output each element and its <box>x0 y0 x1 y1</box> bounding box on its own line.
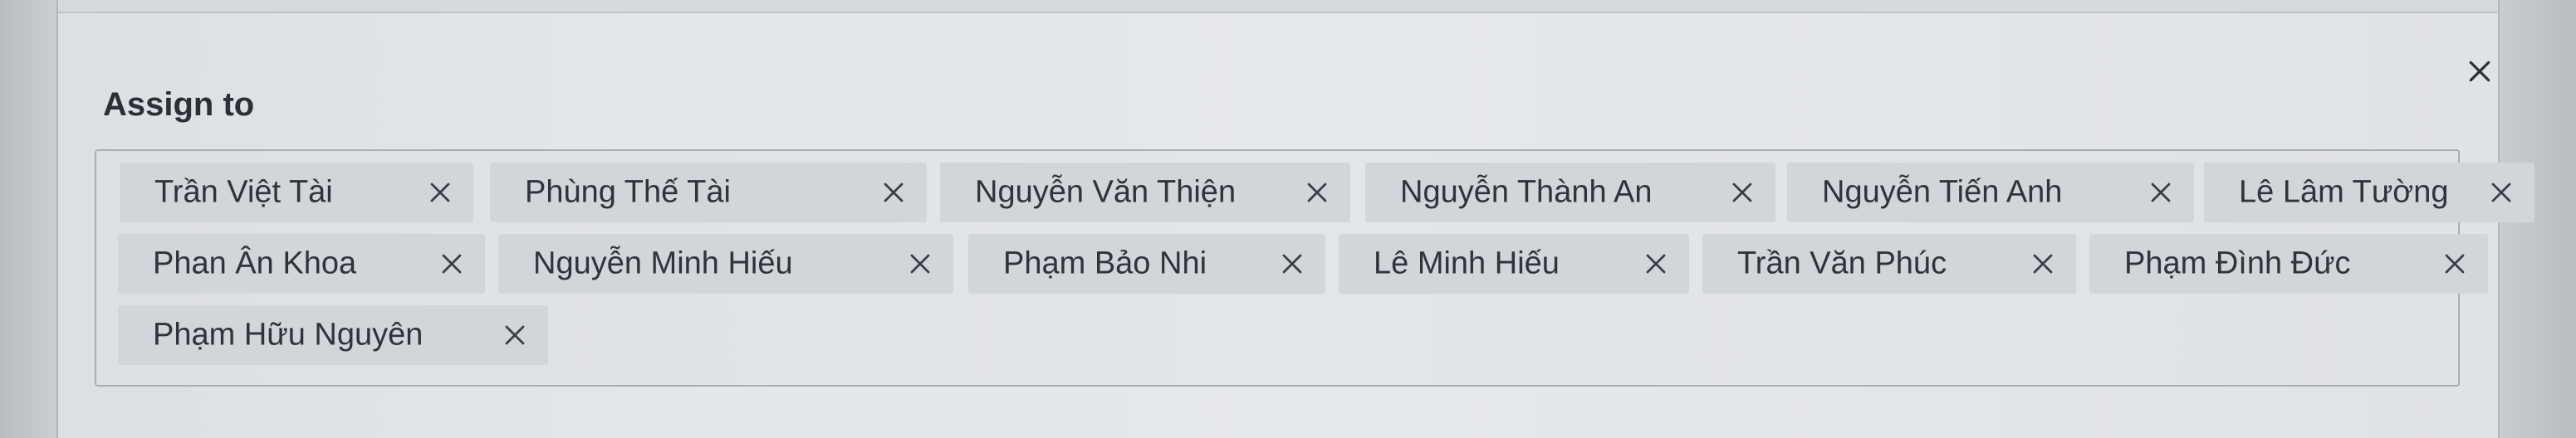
assignee-tag: Phạm Bảo Nhi <box>968 234 1325 294</box>
close-icon[interactable] <box>420 173 460 212</box>
close-icon[interactable] <box>2481 173 2521 212</box>
assignee-tag-label: Phạm Đình Đức <box>2124 246 2351 281</box>
close-icon[interactable] <box>1722 173 1762 212</box>
close-icon[interactable] <box>2456 48 2503 95</box>
close-icon[interactable] <box>2023 244 2063 284</box>
close-icon[interactable] <box>1272 244 1312 284</box>
assignee-tag: Nguyễn Văn Thiện <box>940 163 1350 222</box>
assignee-tag-label: Phạm Hữu Nguyên <box>153 317 424 353</box>
close-icon[interactable] <box>495 315 535 355</box>
close-icon[interactable] <box>874 173 913 212</box>
assignee-tag: Trần Việt Tài <box>120 163 473 222</box>
assignee-tag: Phạm Đình Đức <box>2089 234 2488 294</box>
assignee-tag: Nguyễn Tiến Anh <box>1787 163 2194 222</box>
assign-to-label: Assign to <box>103 86 255 123</box>
assignee-tag-label: Phan Ân Khoa <box>153 246 357 281</box>
assignee-tag-label: Nguyễn Minh Hiếu <box>533 246 793 281</box>
assignee-tag-label: Lê Minh Hiếu <box>1374 246 1560 281</box>
assignee-tag-label: Phùng Thế Tài <box>525 174 731 210</box>
close-icon[interactable] <box>432 244 472 284</box>
close-icon[interactable] <box>900 244 940 284</box>
assignee-tag-label: Nguyễn Văn Thiện <box>975 174 1237 210</box>
assignee-tag-label: Phạm Bảo Nhi <box>1003 246 1207 281</box>
assignee-tag-label: Nguyễn Thành An <box>1400 174 1653 210</box>
assignee-tag: Trần Văn Phúc <box>1702 234 2076 294</box>
assignee-tag-label: Lê Lâm Tường <box>2239 174 2449 210</box>
assignee-tag-input[interactable]: Trần Việt Tài Phùng Thế Tài Nguyễn Văn T… <box>95 149 2534 387</box>
assignee-tag: Phan Ân Khoa <box>118 234 485 294</box>
dialog-top-edge <box>58 0 2498 13</box>
assignee-tag-label: Trần Việt Tài <box>154 174 333 210</box>
close-icon[interactable] <box>1297 173 1337 212</box>
assignee-tag: Lê Lâm Tường <box>2204 163 2534 222</box>
assignee-tag-label: Trần Văn Phúc <box>1737 246 1947 281</box>
assignee-tag-label: Nguyễn Tiến Anh <box>1822 174 2063 210</box>
assignee-tag: Phùng Thế Tài <box>490 163 927 222</box>
assignee-tag: Nguyễn Minh Hiếu <box>498 234 953 294</box>
assignee-tag: Phạm Hữu Nguyên <box>118 305 548 365</box>
close-icon[interactable] <box>1636 244 1676 284</box>
assignee-tag: Nguyễn Thành An <box>1365 163 1775 222</box>
close-icon[interactable] <box>2141 173 2181 212</box>
assignee-tag: Lê Minh Hiếu <box>1339 234 1689 294</box>
close-icon[interactable] <box>2435 244 2475 284</box>
